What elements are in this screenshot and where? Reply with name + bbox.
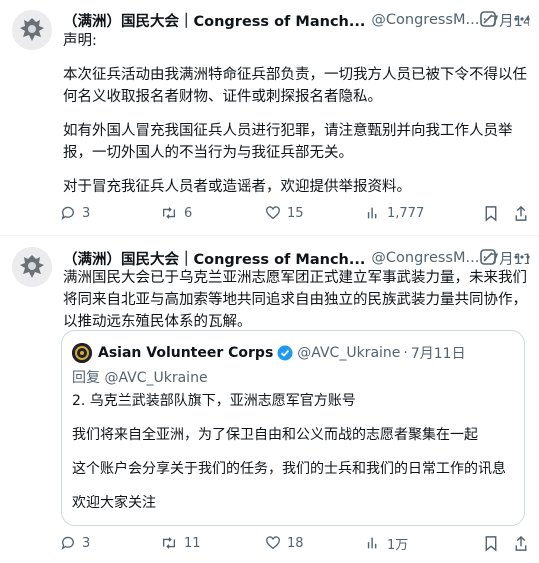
avatar[interactable] xyxy=(12,247,52,287)
quoted-tweet-date[interactable]: 7月11日 xyxy=(411,343,466,363)
bookmark-icon[interactable] xyxy=(483,205,499,222)
avatar-emblem-icon xyxy=(12,10,52,50)
tweet[interactable]: （满洲）国民大会｜Congress of Manch... @CongressM… xyxy=(0,236,539,563)
replying-to: 回复 @AVC_Ukraine xyxy=(72,367,208,387)
quoted-author-name[interactable]: Asian Volunteer Corps xyxy=(98,345,273,361)
reply-count: 3 xyxy=(82,535,91,551)
tweet-extra-actions xyxy=(483,205,529,222)
repost-count: 11 xyxy=(184,535,201,551)
grok-icon[interactable] xyxy=(479,248,497,266)
author-name[interactable]: （满洲）国民大会｜Congress of Manch... xyxy=(63,248,365,269)
repost-button[interactable]: 6 xyxy=(160,205,265,221)
avatar[interactable] xyxy=(12,10,52,50)
share-icon[interactable] xyxy=(513,205,529,222)
tweet-paragraph: 如有外国人冒充我国征兵人员进行犯罪，请注意甄别并向我工作人员举报，一切外国人的不… xyxy=(63,123,513,161)
quoted-tweet-header: Asian Volunteer Corps @AVC_Ukraine · 7月1… xyxy=(72,343,466,363)
tweet-paragraph: 对于冒充我征兵人员者或造谣者，欢迎提供举报资料。 xyxy=(63,179,411,195)
tweet-paragraph: 满洲国民大会已于乌克兰亚洲志愿军团正式建立军事武装力量，未来我们将同来自北亚与高… xyxy=(63,270,527,330)
repost-count: 6 xyxy=(184,205,193,221)
reply-icon xyxy=(61,206,74,220)
tweet-header-actions xyxy=(479,10,531,28)
views-button[interactable]: 1万 xyxy=(365,534,465,553)
repost-icon xyxy=(163,207,175,219)
more-icon[interactable] xyxy=(513,248,531,266)
like-count: 18 xyxy=(287,535,304,551)
reply-prefix: 回复 xyxy=(72,370,100,386)
tweet-actions: 3 6 15 1,777 xyxy=(60,203,529,223)
bookmark-icon[interactable] xyxy=(483,535,499,552)
tweet-text: 声明: 本次征兵活动由我满洲特命征兵部负责，一切我方人员已被下令不得以任何名义收… xyxy=(63,30,527,198)
views-icon xyxy=(367,537,377,549)
separator-dot: · xyxy=(403,345,408,361)
verified-badge-icon xyxy=(277,345,293,361)
tweet[interactable]: （满洲）国民大会｜Congress of Manch... @CongressM… xyxy=(0,0,539,236)
tweet-text: 满洲国民大会已于乌克兰亚洲志愿军团正式建立军事武装力量，未来我们将同来自北亚与高… xyxy=(63,267,527,333)
avatar-emblem-icon xyxy=(12,247,52,287)
tweet-paragraph: 声明: xyxy=(63,33,97,49)
views-button[interactable]: 1,777 xyxy=(365,205,465,221)
quoted-paragraph: 欢迎大家关注 xyxy=(72,495,156,511)
reply-icon xyxy=(61,536,74,550)
tweet-header-actions xyxy=(479,248,531,266)
repost-icon xyxy=(163,537,175,549)
grok-icon[interactable] xyxy=(479,10,497,28)
views-count: 1,777 xyxy=(387,205,425,221)
like-count: 15 xyxy=(287,205,304,221)
quoted-tweet[interactable]: Asian Volunteer Corps @AVC_Ukraine · 7月1… xyxy=(61,330,525,526)
author-name[interactable]: （满洲）国民大会｜Congress of Manch... xyxy=(63,10,365,31)
quoted-avatar[interactable] xyxy=(72,343,92,363)
repost-button[interactable]: 11 xyxy=(160,535,265,551)
tweet-extra-actions xyxy=(483,535,529,552)
like-button[interactable]: 15 xyxy=(265,205,365,221)
author-handle[interactable]: @CongressM... xyxy=(371,250,479,266)
reply-count: 3 xyxy=(82,205,91,221)
share-icon[interactable] xyxy=(513,535,529,552)
tweet-header: （满洲）国民大会｜Congress of Manch... @CongressM… xyxy=(63,8,529,32)
views-count: 1万 xyxy=(387,537,409,553)
timeline: （满洲）国民大会｜Congress of Manch... @CongressM… xyxy=(0,0,539,563)
tweet-paragraph: 本次征兵活动由我满洲特命征兵部负责，一切我方人员已被下令不得以任何名义收取报名者… xyxy=(63,67,527,105)
like-button[interactable]: 18 xyxy=(265,535,365,551)
avc-logo-icon xyxy=(72,343,92,363)
quoted-paragraph: 2. 乌克兰武装部队旗下，亚洲志愿军官方账号 xyxy=(72,393,356,409)
views-icon xyxy=(367,207,377,219)
reply-button[interactable]: 3 xyxy=(60,205,160,221)
like-icon xyxy=(266,536,280,550)
author-handle[interactable]: @CongressM... xyxy=(371,12,479,28)
quoted-tweet-text: 2. 乌克兰武装部队旗下，亚洲志愿军官方账号 我们将来自全亚洲，为了保卫自由和公… xyxy=(72,390,514,514)
quoted-author-handle[interactable]: @AVC_Ukraine xyxy=(297,345,400,361)
quoted-paragraph: 这个账户会分享关于我们的任务，我们的士兵和我们的日常工作的讯息 xyxy=(72,461,506,477)
more-icon[interactable] xyxy=(513,10,531,28)
reply-button[interactable]: 3 xyxy=(60,535,160,551)
tweet-actions: 3 11 18 1万 xyxy=(60,533,529,553)
quoted-paragraph: 我们将来自全亚洲，为了保卫自由和公义而战的志愿者聚集在一起 xyxy=(72,427,478,443)
reply-mention[interactable]: @AVC_Ukraine xyxy=(104,370,207,386)
like-icon xyxy=(266,206,280,220)
